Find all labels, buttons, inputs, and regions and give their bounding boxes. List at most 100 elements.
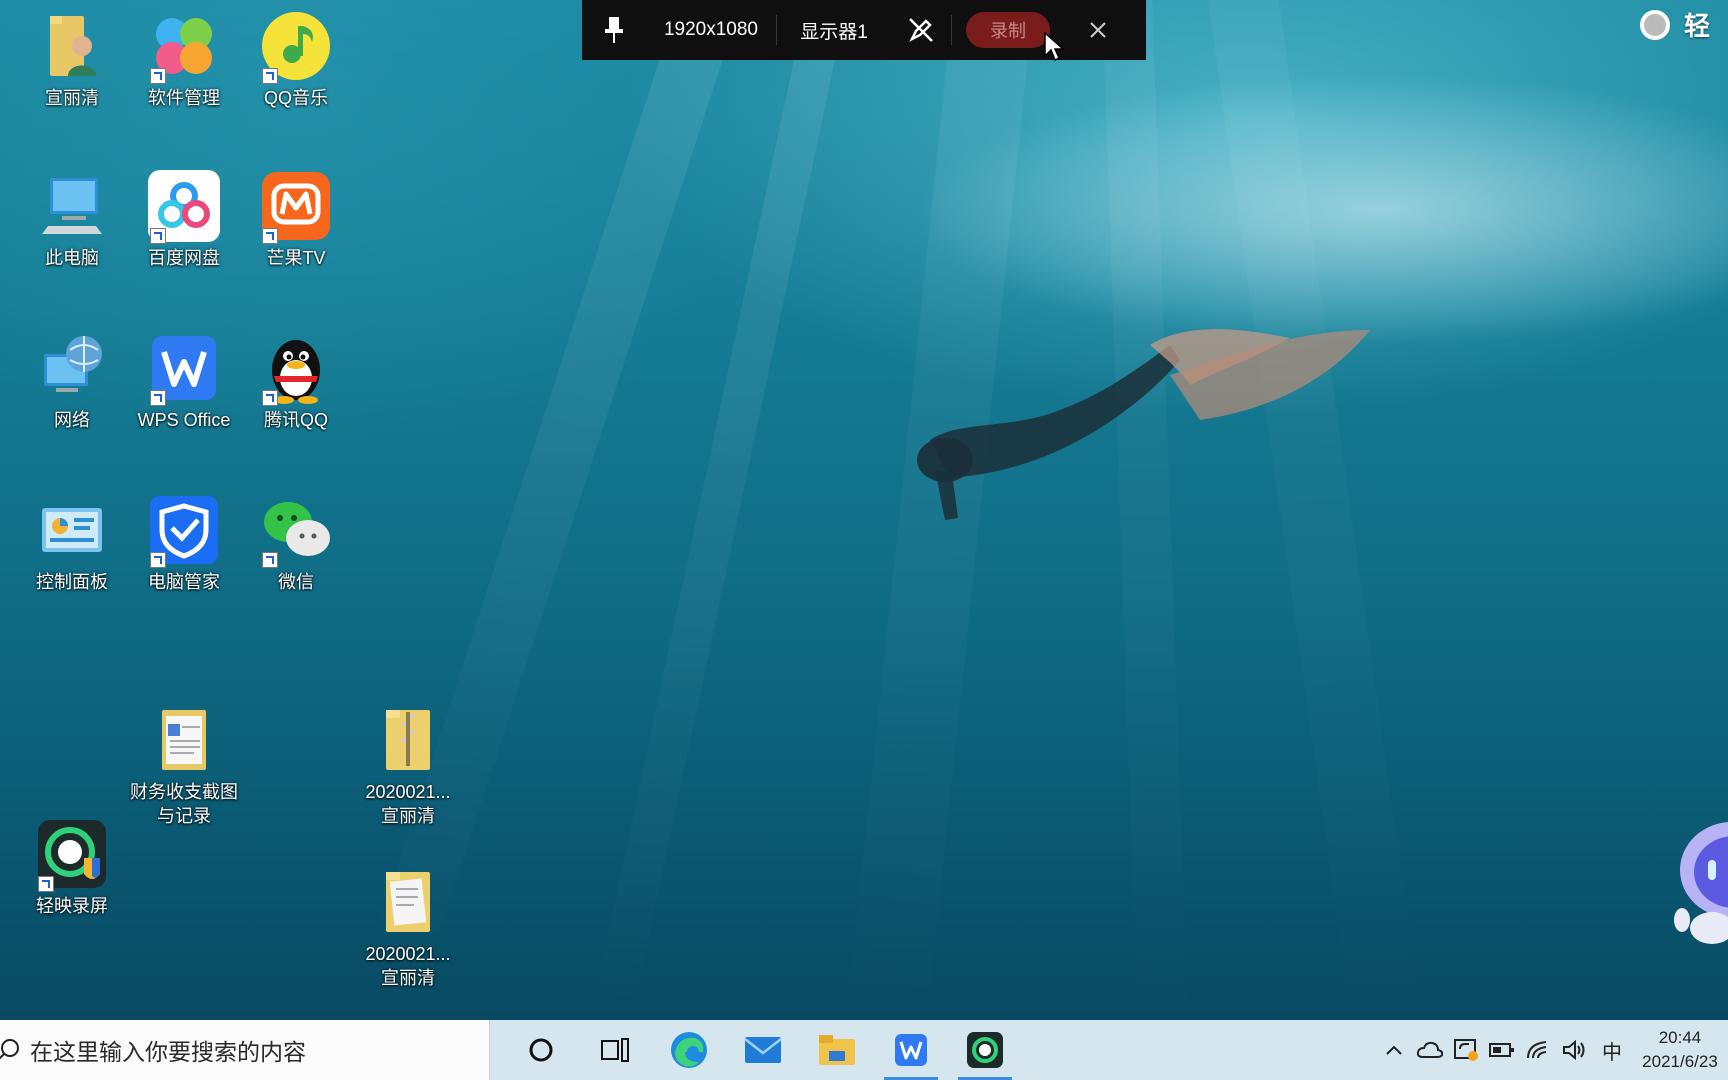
close-button[interactable]: [1064, 0, 1132, 60]
software-manager-icon: [148, 10, 220, 84]
desktop-icon-label: 芒果TV: [266, 248, 326, 268]
desktop-icon-label: 软件管理: [148, 88, 220, 108]
taskbar-mail[interactable]: [726, 1020, 800, 1080]
show-hidden-icons-button[interactable]: [1376, 1020, 1412, 1080]
cortana-icon: [529, 1038, 553, 1062]
onedrive-tray[interactable]: [1412, 1020, 1448, 1080]
record-button[interactable]: 录制: [966, 12, 1050, 48]
edge-icon: [671, 1032, 707, 1068]
search-icon: [0, 1039, 19, 1060]
pin-icon: [605, 17, 623, 43]
desktop-icon-label: 控制面板: [36, 572, 108, 592]
resolution-selector[interactable]: 1920x1080: [646, 0, 776, 60]
desktop-icon-user-folder[interactable]: 宣丽清: [16, 10, 128, 110]
desktop-icon-label: 此电脑: [45, 248, 99, 268]
pc-manager-icon: [148, 494, 220, 568]
clock-time: 20:44: [1658, 1028, 1702, 1047]
wps-icon: [895, 1034, 927, 1066]
sync-status-icon: [1454, 1039, 1478, 1061]
desktop-icon-baidu-netdisk[interactable]: 百度网盘: [128, 170, 240, 270]
cortana-button[interactable]: [504, 1020, 578, 1080]
display-label: 显示器1: [800, 21, 868, 43]
clock-date: 2021/6/23: [1642, 1052, 1718, 1071]
mail-icon: [744, 1037, 782, 1063]
pen-toggle-button[interactable]: [891, 0, 951, 60]
desktop-icon-label: 轻映录屏: [36, 896, 108, 916]
desktop-icon-label: 电脑管家: [148, 572, 220, 592]
user-folder-icon: [36, 10, 108, 82]
desktop-icon-label: 网络: [54, 410, 90, 430]
wps-office-icon: [148, 332, 220, 406]
tencent-qq-icon: [260, 332, 332, 406]
chevron-up-icon: [1386, 1045, 1402, 1055]
control-panel-icon: [36, 494, 108, 566]
desktop-icon-doc-folder[interactable]: 2020021... 宣丽清: [352, 818, 464, 1014]
battery-tray[interactable]: [1484, 1020, 1520, 1080]
robot-icon: [1674, 822, 1728, 944]
desktop-icon-label: 2020021... 宣丽清: [365, 944, 451, 988]
record-circle-icon: [1640, 9, 1670, 40]
taskbar: 在这里输入你要搜索的内容 中 20:44 2021/6/23: [0, 1020, 1728, 1080]
taskbar-clock[interactable]: 20:44 2021/6/23: [1632, 1026, 1728, 1074]
desktop-icon-label: 微信: [278, 572, 314, 592]
zip-folder-icon: [372, 680, 444, 770]
task-view-icon: [601, 1038, 629, 1062]
sync-tray[interactable]: [1448, 1020, 1484, 1080]
desktop-icon-label: 财务收支截图 与记录: [130, 782, 238, 826]
mango-tv-icon: [260, 170, 332, 244]
task-view-button[interactable]: [578, 1020, 652, 1080]
desktop-icon-label: 腾讯QQ: [263, 410, 328, 430]
desktop-icon-label: 百度网盘: [148, 248, 220, 268]
pen-off-icon: [909, 18, 933, 42]
assistant-robot-widget[interactable]: [1672, 816, 1728, 956]
document-folder-icon: [148, 680, 220, 770]
corner-label: 轻: [1684, 11, 1711, 41]
wechat-icon: [260, 494, 332, 568]
ime-label: 中: [1602, 1041, 1622, 1064]
system-tray: 中 20:44 2021/6/23: [1376, 1020, 1728, 1080]
qingying-recorder-icon: [967, 1032, 1003, 1068]
taskbar-search-box[interactable]: 在这里输入你要搜索的内容: [0, 1020, 490, 1080]
volume-tray[interactable]: [1556, 1020, 1592, 1080]
file-explorer-icon: [819, 1035, 855, 1065]
desktop-icon-tencent-qq[interactable]: 腾讯QQ: [240, 332, 352, 432]
desktop-icon-pc-manager[interactable]: 电脑管家: [128, 494, 240, 594]
close-icon: [1090, 22, 1106, 38]
desktop-icon-this-pc[interactable]: 此电脑: [16, 170, 128, 270]
desktop-icon-label: QQ音乐: [263, 88, 328, 108]
network-icon: [36, 332, 108, 404]
wifi-tray[interactable]: [1520, 1020, 1556, 1080]
desktop-icon-network[interactable]: 网络: [16, 332, 128, 432]
taskbar-wps[interactable]: [874, 1020, 948, 1080]
search-placeholder: 在这里输入你要搜索的内容: [30, 1039, 306, 1065]
input-method-tray[interactable]: 中: [1592, 1020, 1632, 1080]
desktop-icon-finance-folder[interactable]: 财务收支截图 与记录: [128, 656, 240, 852]
desktop-icon-wechat[interactable]: 微信: [240, 494, 352, 594]
taskbar-file-explorer[interactable]: [800, 1020, 874, 1080]
desktop-icon-control-panel[interactable]: 控制面板: [16, 494, 128, 594]
wifi-icon: [1527, 1041, 1547, 1059]
taskbar-qingying-recorder[interactable]: [948, 1020, 1022, 1080]
recorder-floating-indicator[interactable]: 轻: [1640, 6, 1710, 43]
display-selector[interactable]: 显示器1: [777, 0, 891, 60]
battery-icon: [1489, 1043, 1514, 1057]
resolution-label: 1920x1080: [663, 19, 759, 40]
qq-music-icon: [260, 10, 332, 84]
volume-icon: [1563, 1040, 1585, 1060]
desktop-icon-label: 宣丽清: [45, 88, 99, 108]
qingying-recorder-icon: [36, 818, 108, 892]
cloud-icon: [1417, 1041, 1443, 1058]
mouse-cursor: [1044, 32, 1064, 62]
record-label: 录制: [990, 21, 1026, 41]
document-folder-icon: [372, 842, 444, 932]
taskbar-edge[interactable]: [652, 1020, 726, 1080]
this-pc-icon: [36, 170, 108, 242]
desktop-icon-mango-tv[interactable]: 芒果TV: [240, 170, 352, 270]
desktop-icon-software-manager[interactable]: 软件管理: [128, 10, 240, 110]
desktop-icon-qingying-recorder[interactable]: 轻映录屏: [16, 818, 128, 918]
desktop-icon-label: WPS Office: [137, 410, 231, 430]
pin-button[interactable]: [582, 0, 646, 60]
desktop-icon-wps-office[interactable]: WPS Office: [128, 332, 240, 432]
desktop-icon-qq-music[interactable]: QQ音乐: [240, 10, 352, 110]
baidu-netdisk-icon: [148, 170, 220, 244]
